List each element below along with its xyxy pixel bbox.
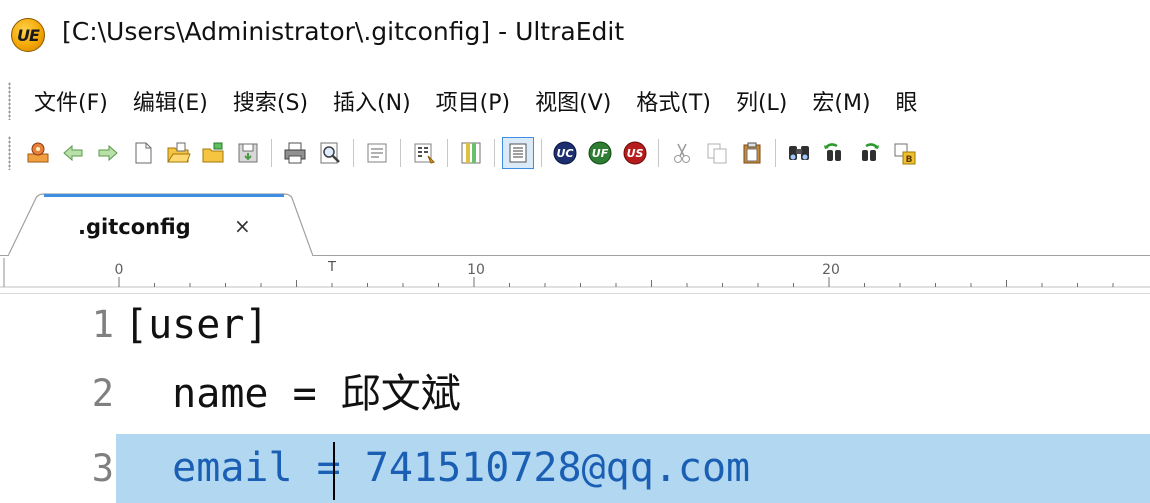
- line-text: name = 邱文斌: [124, 371, 461, 417]
- menu-insert[interactable]: 插入(N): [333, 85, 411, 117]
- paste-icon[interactable]: [736, 137, 768, 169]
- toolbar-separator: [541, 139, 542, 167]
- tab-gitconfig[interactable]: .gitconfig ×: [8, 192, 313, 256]
- toolbar-separator: [658, 139, 659, 167]
- ruler-graphic: T 0 10 20: [0, 258, 1150, 288]
- menu-column[interactable]: 列(L): [736, 85, 787, 117]
- column-mode-icon[interactable]: [455, 137, 487, 169]
- code-line-active[interactable]: 3 email = 741510728@qq.com: [0, 434, 1150, 503]
- menu-file[interactable]: 文件(F): [34, 85, 108, 117]
- line-number: 1: [91, 303, 114, 346]
- ruler-caret-marker: T: [327, 260, 336, 275]
- main-toolbar: UC UF US B: [0, 128, 1150, 178]
- toolbar-separator: [271, 139, 272, 167]
- line-text: email = 741510728@qq.com: [124, 445, 751, 491]
- window-title: [C:\Users\Administrator\.gitconfig] - Ul…: [62, 17, 625, 46]
- document-tab-bar: .gitconfig ×: [0, 184, 1150, 256]
- us-icon[interactable]: US: [619, 137, 651, 169]
- menu-macro[interactable]: 宏(M): [812, 85, 870, 117]
- text-caret: [333, 442, 335, 500]
- back-icon[interactable]: [57, 137, 89, 169]
- line-number: 2: [91, 372, 114, 415]
- title-bar: UE [C:\Users\Administrator\.gitconfig] -…: [0, 0, 1150, 64]
- active-view-icon[interactable]: [502, 137, 534, 169]
- cut-icon[interactable]: [666, 137, 698, 169]
- tab-label: .gitconfig: [78, 215, 191, 239]
- toolbar-separator: [494, 139, 495, 167]
- save-icon[interactable]: [232, 137, 264, 169]
- wrap-icon[interactable]: [361, 137, 393, 169]
- open-folder-icon[interactable]: [197, 137, 229, 169]
- find-next-icon[interactable]: [853, 137, 885, 169]
- toolbar-separator: [447, 139, 448, 167]
- menu-search[interactable]: 搜索(S): [233, 85, 308, 117]
- svg-text:US: US: [627, 147, 644, 160]
- line-text: [user]: [124, 302, 269, 348]
- code-line[interactable]: 2 name = 邱文斌: [0, 363, 1150, 425]
- copy-icon[interactable]: [701, 137, 733, 169]
- menu-grip-handle[interactable]: [8, 82, 11, 120]
- open-file-icon[interactable]: [162, 137, 194, 169]
- uf-icon[interactable]: UF: [584, 137, 616, 169]
- replace-icon[interactable]: B: [888, 137, 920, 169]
- menu-view[interactable]: 视图(V): [535, 85, 611, 117]
- ultraedit-logo-icon: UE: [11, 18, 45, 52]
- find-icon[interactable]: [783, 137, 815, 169]
- menu-bar: 文件(F) 编辑(E) 搜索(S) 插入(N) 项目(P) 视图(V) 格式(T…: [0, 78, 1150, 124]
- find-prev-icon[interactable]: [818, 137, 850, 169]
- toolbar-separator: [400, 139, 401, 167]
- line-number: 3: [91, 447, 114, 490]
- svg-text:UF: UF: [592, 147, 609, 160]
- svg-text:B: B: [906, 155, 913, 165]
- menu-edit[interactable]: 编辑(E): [133, 85, 208, 117]
- hex-icon[interactable]: [408, 137, 440, 169]
- new-file-icon[interactable]: [127, 137, 159, 169]
- editor-area[interactable]: 1 [user] 2 name = 邱文斌 3 email = 74151072…: [0, 294, 1150, 503]
- print-preview-icon[interactable]: [314, 137, 346, 169]
- toolbar-separator: [353, 139, 354, 167]
- code-line[interactable]: 1 [user]: [0, 294, 1150, 356]
- close-icon[interactable]: ×: [234, 214, 251, 238]
- ruler-label: 20: [822, 262, 840, 278]
- ruler-label: 10: [467, 262, 485, 278]
- print-icon[interactable]: [279, 137, 311, 169]
- app-icon-glyph: UE: [17, 25, 40, 45]
- menu-next-truncated[interactable]: 眼: [896, 85, 918, 117]
- uc-icon[interactable]: UC: [549, 137, 581, 169]
- column-ruler: T 0 10 20: [0, 256, 1150, 294]
- toolbar-grip-handle[interactable]: [8, 136, 11, 170]
- svg-text:UC: UC: [556, 147, 573, 160]
- forward-icon[interactable]: [92, 137, 124, 169]
- ftp-browser-icon[interactable]: [22, 137, 54, 169]
- menu-project[interactable]: 项目(P): [436, 85, 510, 117]
- ruler-label: 0: [115, 262, 124, 278]
- menu-format[interactable]: 格式(T): [636, 85, 711, 117]
- toolbar-separator: [775, 139, 776, 167]
